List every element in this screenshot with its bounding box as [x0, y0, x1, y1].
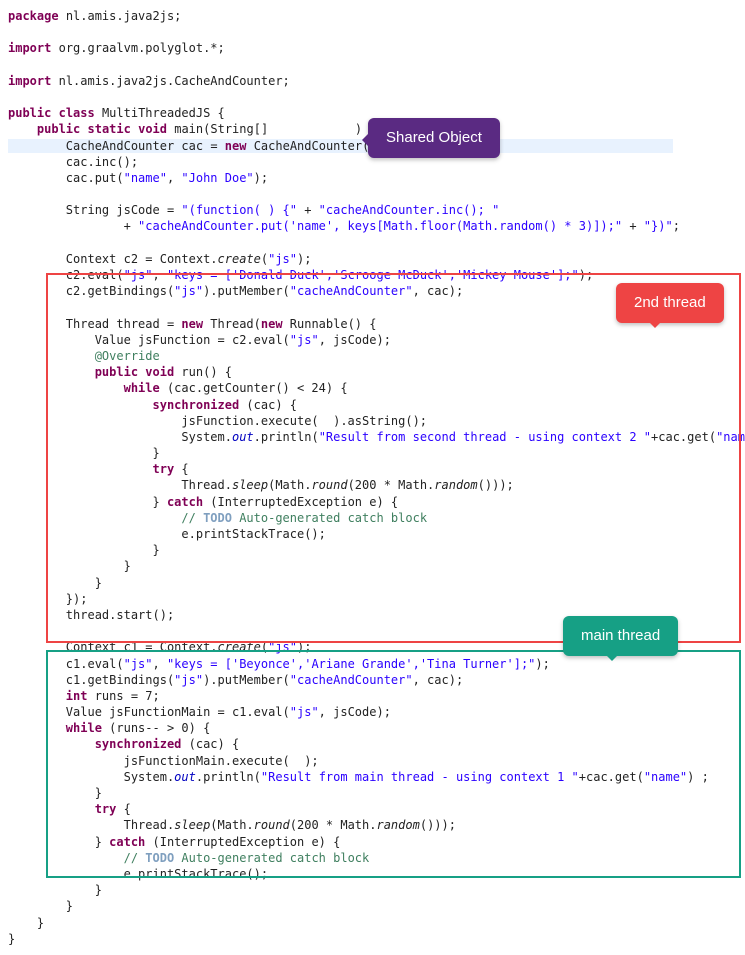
callout-second-thread: 2nd thread [616, 283, 724, 323]
code-block: package nl.amis.java2js; import org.graa… [8, 8, 737, 947]
callout-shared-object: Shared Object [368, 118, 500, 158]
callout-main-thread: main thread [563, 616, 678, 656]
